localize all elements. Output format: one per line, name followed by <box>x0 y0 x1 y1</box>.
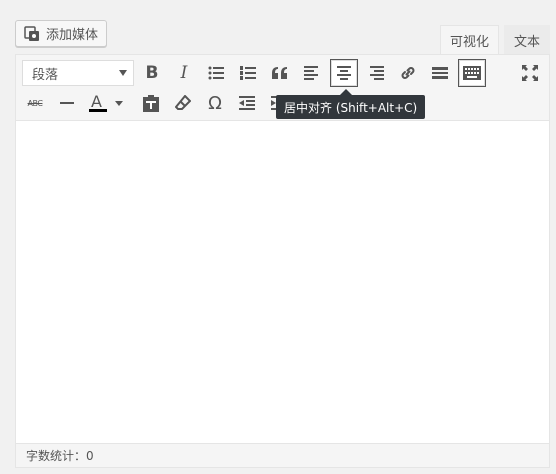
clear-formatting-button[interactable] <box>169 89 197 117</box>
read-more-button[interactable] <box>426 59 454 87</box>
format-select[interactable]: 段落 <box>22 60 134 86</box>
blockquote-icon <box>272 67 287 79</box>
align-center-button[interactable] <box>330 59 358 87</box>
align-right-icon <box>370 66 384 80</box>
text-color-button[interactable]: A <box>85 89 129 117</box>
link-icon <box>401 67 415 79</box>
strikethrough-button[interactable]: ABC <box>21 89 49 117</box>
special-character-icon: Ω <box>208 92 222 114</box>
italic-icon: I <box>180 63 188 83</box>
horizontal-line-button[interactable] <box>53 89 81 117</box>
fullscreen-button[interactable] <box>516 59 544 87</box>
bullet-list-button[interactable] <box>202 59 230 87</box>
align-center-tooltip: 居中对齐 (Shift+Alt+C) <box>276 95 426 119</box>
word-count: 字数统计：0 <box>26 449 94 463</box>
special-character-button[interactable]: Ω <box>201 89 229 117</box>
format-select-value: 段落 <box>32 67 59 83</box>
add-media-button[interactable]: 添加媒体 <box>15 20 107 47</box>
bullet-list-icon <box>208 66 224 80</box>
dropdown-arrow-icon <box>119 70 127 76</box>
numbered-list-button[interactable] <box>234 59 262 87</box>
outdent-button[interactable] <box>233 89 261 117</box>
paste-text-icon <box>143 94 159 112</box>
editor-content-area[interactable] <box>16 121 549 422</box>
align-left-icon <box>304 66 318 80</box>
link-button[interactable] <box>394 59 422 87</box>
paste-text-button[interactable] <box>137 89 165 117</box>
numbered-list-icon <box>240 66 256 80</box>
align-right-button[interactable] <box>362 59 390 87</box>
bold-icon: B <box>145 63 159 83</box>
editor-tabs: 可视化 文本 <box>439 25 550 54</box>
tab-text[interactable]: 文本 <box>503 25 550 54</box>
media-camera-icon <box>24 25 39 41</box>
add-media-label: 添加媒体 <box>46 28 99 43</box>
read-more-icon <box>432 67 448 79</box>
toolbar-toggle-button[interactable] <box>458 59 486 87</box>
svg-text:A: A <box>91 94 102 111</box>
align-center-icon <box>337 66 351 80</box>
strikethrough-icon: ABC <box>27 98 43 108</box>
blockquote-button[interactable] <box>266 59 294 87</box>
bold-button[interactable]: B <box>138 59 166 87</box>
horizontal-line-icon <box>60 102 74 104</box>
italic-button[interactable]: I <box>170 59 198 87</box>
toolbar-toggle-icon <box>463 66 481 80</box>
fullscreen-icon <box>522 65 538 81</box>
clear-formatting-icon <box>175 95 191 110</box>
align-left-button[interactable] <box>298 59 326 87</box>
tab-visual[interactable]: 可视化 <box>439 25 499 54</box>
status-bar: 字数统计：0 <box>16 443 549 467</box>
text-color-icon: A <box>89 94 123 112</box>
outdent-icon <box>239 96 255 110</box>
editor-panel: 段落 B I ABC A Ω 居中对齐 (Shift+Alt+C) 字数统计：0 <box>15 54 550 468</box>
